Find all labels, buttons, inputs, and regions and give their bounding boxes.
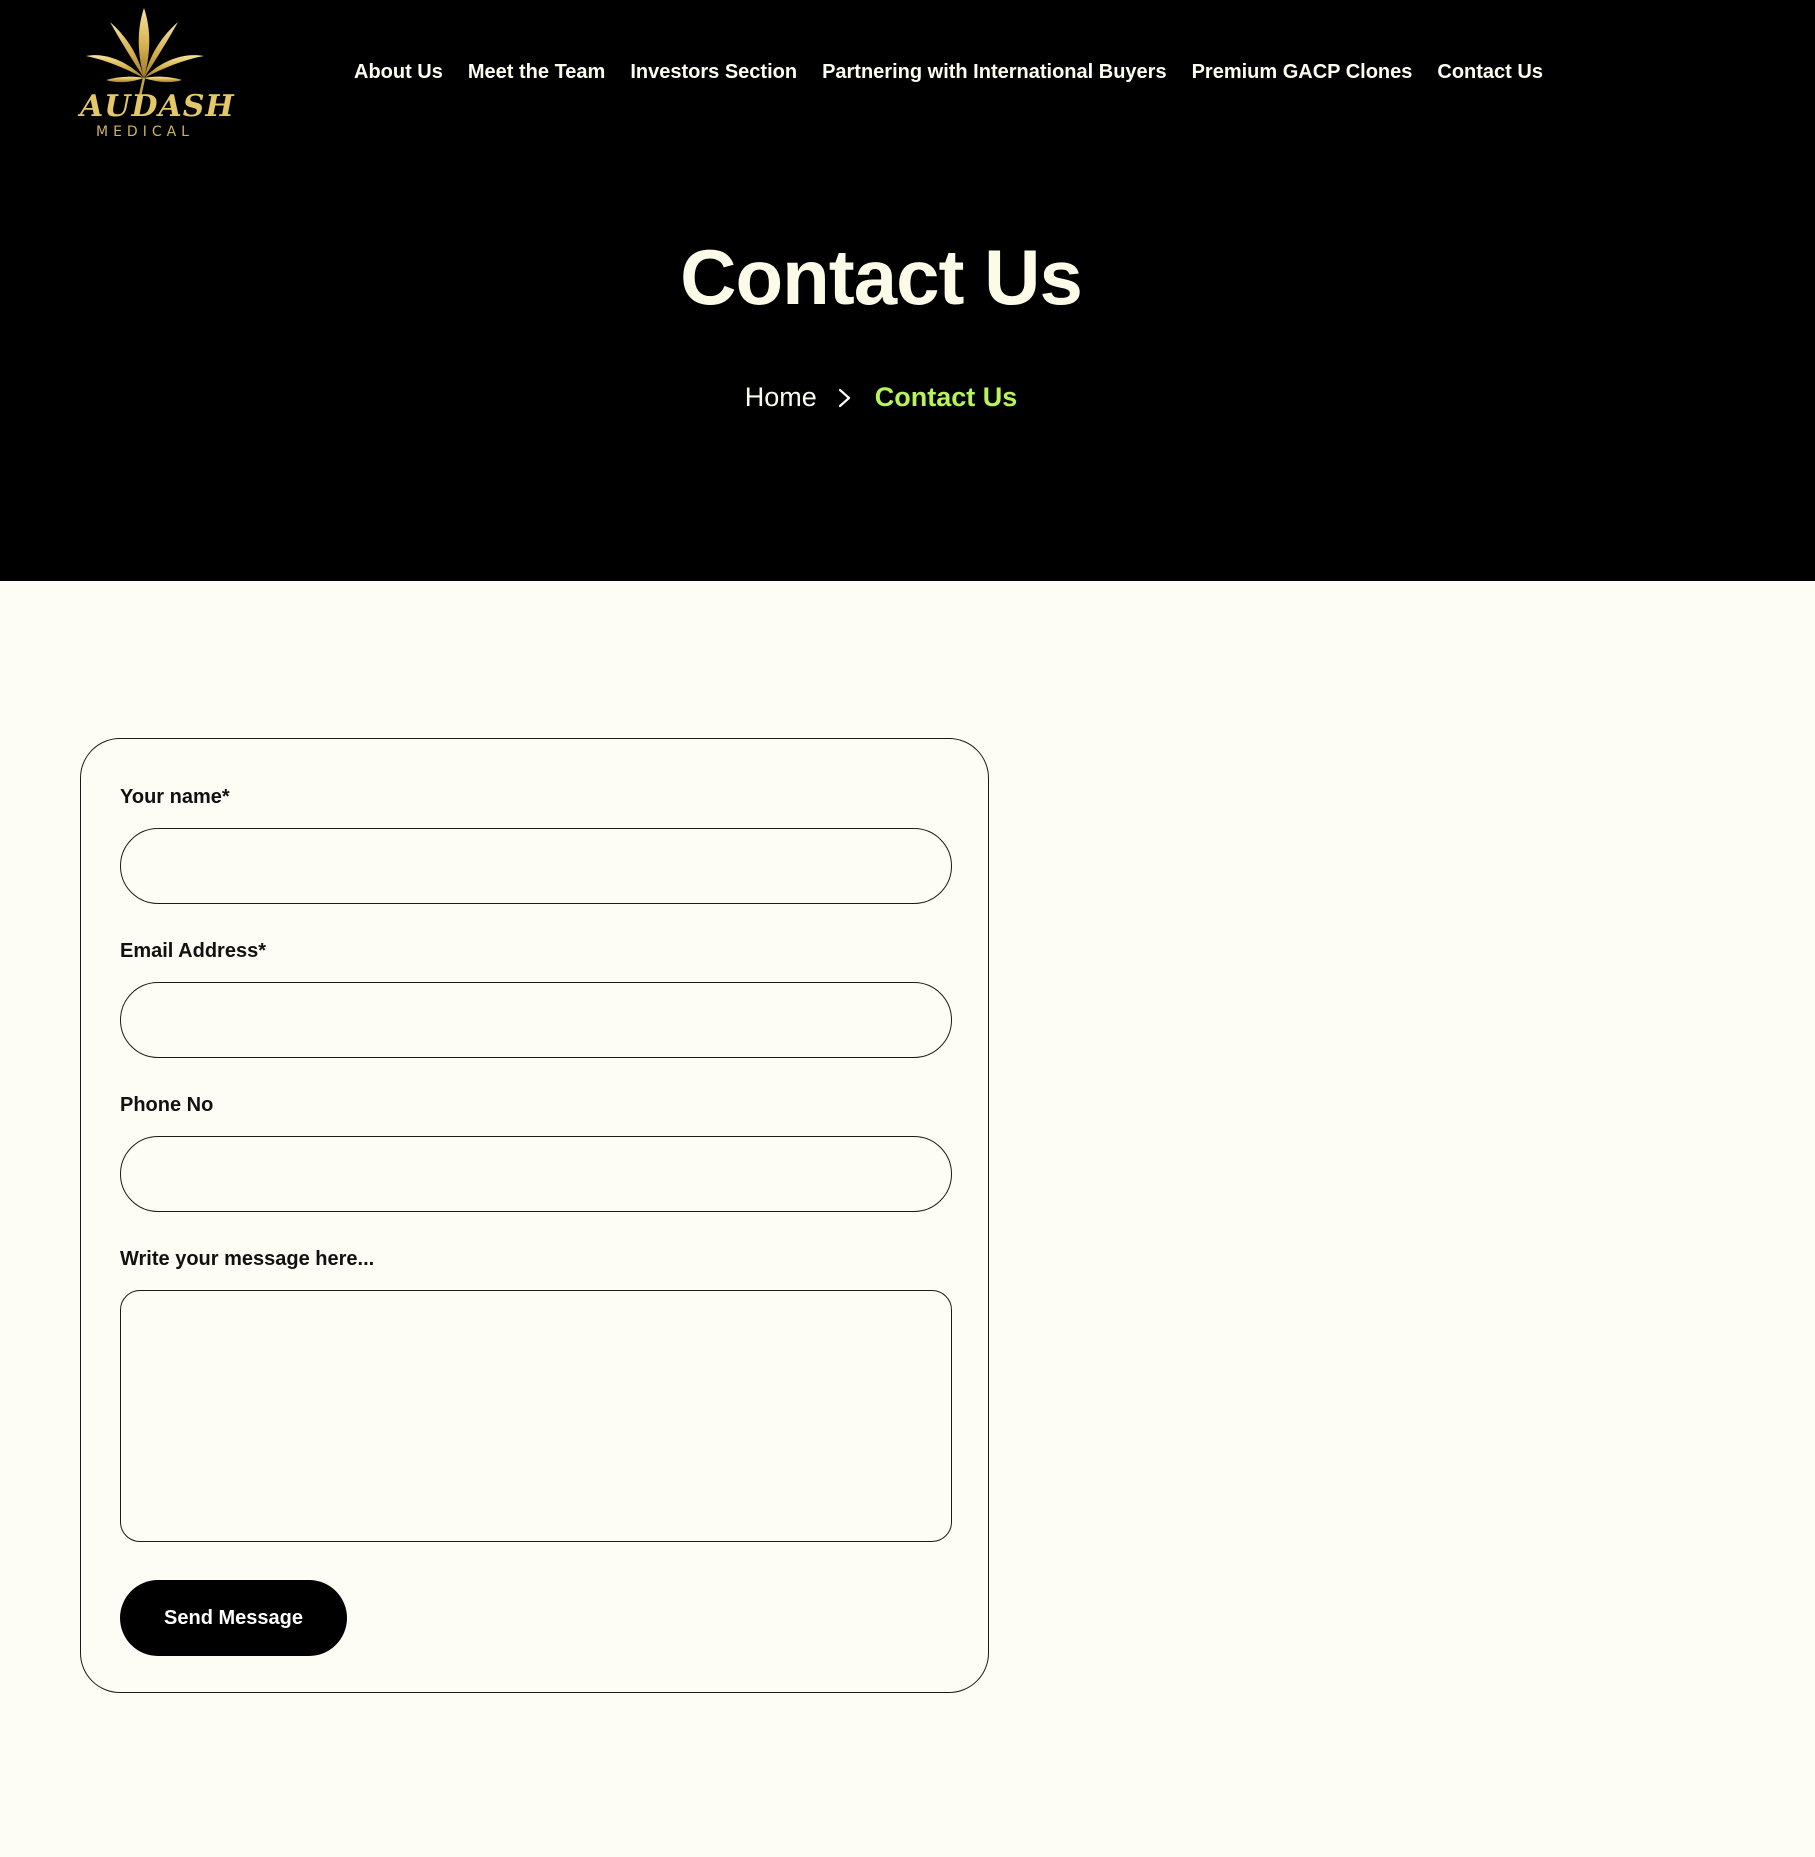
nav-item-meet-the-team[interactable]: Meet the Team (468, 58, 605, 86)
breadcrumb-home-link[interactable]: Home (745, 380, 817, 414)
name-field[interactable] (120, 828, 952, 904)
nav-item-about-us[interactable]: About Us (354, 58, 443, 86)
breadcrumb: Home Contact Us (0, 380, 1762, 414)
send-message-button[interactable]: Send Message (120, 1580, 347, 1656)
message-textarea[interactable] (120, 1290, 952, 1542)
brand-logo[interactable]: AUDASH MEDICAL (80, 6, 235, 140)
nav-item-contact-us[interactable]: Contact Us (1437, 58, 1543, 86)
message-field-label: Write your message here... (120, 1248, 375, 1270)
nav-item-investors-section[interactable]: Investors Section (630, 58, 797, 86)
cannabis-leaf-icon (86, 8, 204, 97)
hero-section: AUDASH MEDICAL About Us Meet the Team In… (0, 0, 1815, 581)
brand-name: AUDASH (80, 89, 235, 124)
phone-field-label: Phone No (120, 1094, 214, 1116)
name-field-label: Your name* (120, 786, 230, 808)
contact-form: Your name* Email Address* Phone No Write… (80, 738, 989, 1693)
phone-field[interactable] (120, 1136, 952, 1212)
email-field-label: Email Address* (120, 940, 266, 962)
main-navigation: About Us Meet the Team Investors Section… (354, 58, 1543, 86)
breadcrumb-current: Contact Us (874, 382, 1018, 412)
email-field[interactable] (120, 982, 952, 1058)
brand-subtitle: MEDICAL (96, 124, 194, 140)
nav-item-premium-gacp-clones[interactable]: Premium GACP Clones (1192, 58, 1413, 86)
nav-item-international-buyers[interactable]: Partnering with International Buyers (822, 58, 1167, 86)
page-title: Contact Us (680, 233, 1083, 321)
chevron-right-icon (817, 380, 875, 414)
